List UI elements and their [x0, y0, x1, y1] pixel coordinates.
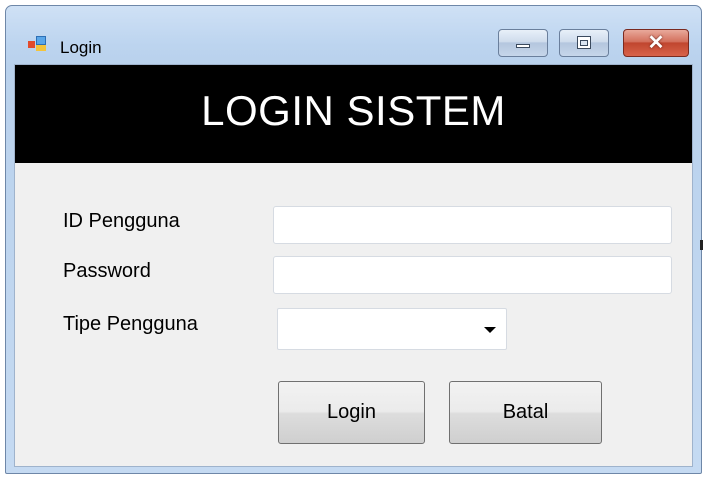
- minimize-icon: [516, 44, 530, 48]
- maximize-button[interactable]: [559, 29, 609, 57]
- user-id-label: ID Pengguna: [63, 210, 180, 232]
- edge-marker: [700, 240, 703, 250]
- windows-form-icon: [28, 36, 46, 52]
- cancel-button[interactable]: Batal: [449, 381, 602, 444]
- close-button[interactable]: ✕: [623, 29, 689, 57]
- close-icon: ✕: [647, 32, 665, 54]
- window-title: Login: [60, 38, 102, 57]
- maximize-icon: [577, 36, 591, 49]
- login-window: Login ✕ LOGIN SISTEM ID Pengguna Passwor…: [5, 5, 702, 474]
- header-banner: LOGIN SISTEM: [15, 65, 692, 163]
- user-type-dropdown[interactable]: [277, 308, 507, 350]
- form-client-area: LOGIN SISTEM ID Pengguna Password Tipe P…: [14, 64, 693, 467]
- user-type-label: Tipe Pengguna: [63, 313, 198, 335]
- title-bar[interactable]: Login ✕: [6, 6, 701, 64]
- minimize-button[interactable]: [498, 29, 548, 57]
- chevron-down-icon[interactable]: [484, 327, 496, 333]
- user-id-input[interactable]: [273, 206, 672, 244]
- password-input[interactable]: [273, 256, 672, 294]
- login-button[interactable]: Login: [278, 381, 425, 444]
- banner-title: LOGIN SISTEM: [201, 87, 506, 134]
- password-label: Password: [63, 260, 151, 282]
